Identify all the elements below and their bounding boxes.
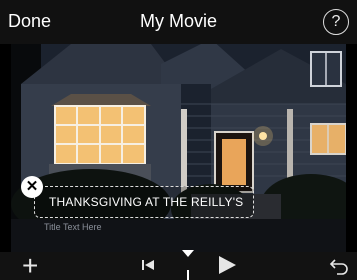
skip-back-icon [142, 260, 154, 270]
title-text: THANKSGIVING AT THE REILLY'S [49, 195, 244, 209]
skip-to-start-button[interactable] [140, 258, 156, 272]
close-icon: ✕ [25, 178, 39, 195]
top-bar: Done My Movie ? [0, 0, 357, 44]
play-button[interactable] [216, 254, 238, 276]
page-title: My Movie [139, 11, 217, 31]
undo-button[interactable] [329, 257, 349, 275]
undo-icon [329, 259, 348, 275]
play-icon [219, 256, 236, 274]
remove-title-button[interactable]: ✕ [21, 176, 43, 198]
question-icon: ? [331, 13, 341, 30]
house-scene-image [11, 44, 346, 252]
title-placeholder: Title Text Here [44, 222, 102, 232]
playhead-line [187, 270, 189, 280]
title-text-field[interactable]: THANKSGIVING AT THE REILLY'S [34, 186, 254, 218]
plus-icon: + [22, 250, 39, 280]
bottom-toolbar: + [0, 250, 357, 280]
add-media-button[interactable]: + [22, 250, 38, 280]
help-button[interactable]: ? [323, 9, 349, 35]
playhead-marker[interactable] [182, 250, 194, 257]
done-button[interactable]: Done [8, 11, 51, 32]
video-preview[interactable] [11, 44, 346, 252]
